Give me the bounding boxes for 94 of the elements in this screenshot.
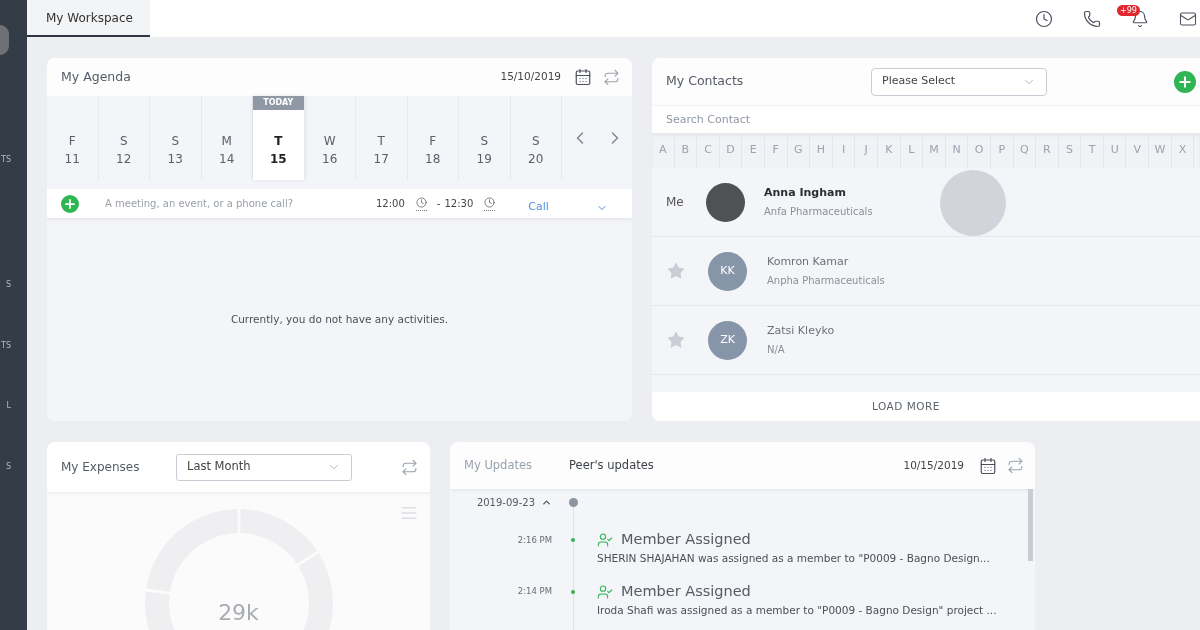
company-name: Anfa Pharmaceuticals bbox=[764, 205, 873, 220]
calendar-icon[interactable] bbox=[979, 456, 997, 475]
timeline-node-icon bbox=[568, 497, 578, 507]
initials-avatar: ZK bbox=[708, 320, 747, 360]
day-number: 13 bbox=[167, 152, 183, 166]
card-title: My Agenda bbox=[61, 67, 131, 86]
update-title: Member Assigned bbox=[621, 581, 751, 601]
contact-name: Anna Ingham bbox=[764, 184, 847, 201]
today-label: TODAY bbox=[253, 96, 304, 110]
day-number: 14 bbox=[219, 152, 235, 166]
date-label: 2019-09-23 bbox=[476, 495, 535, 510]
day-number: 12 bbox=[116, 152, 132, 166]
refresh-icon[interactable] bbox=[603, 68, 620, 86]
notification-badge: +99 bbox=[1117, 4, 1140, 16]
weekday-label: S bbox=[171, 134, 180, 148]
weekday-label: S bbox=[480, 134, 489, 148]
total-label: 29k bbox=[217, 599, 260, 627]
day-column[interactable]: S 12 bbox=[98, 96, 150, 180]
scrollbar-thumb[interactable] bbox=[1028, 489, 1033, 561]
calendar-icon[interactable] bbox=[574, 68, 592, 86]
day-column[interactable]: S 13 bbox=[150, 96, 202, 180]
star-icon[interactable] bbox=[666, 261, 686, 281]
initials-avatar: KK bbox=[708, 251, 747, 291]
me-label: Me bbox=[666, 194, 684, 211]
day-number: 15 bbox=[269, 152, 287, 166]
activity-type-select[interactable]: Call bbox=[520, 191, 621, 216]
avatar-placeholder bbox=[0, 25, 9, 55]
day-column[interactable]: F 18 bbox=[407, 96, 459, 180]
clock-icon bbox=[415, 196, 427, 211]
add-icon[interactable] bbox=[1174, 70, 1196, 93]
day-column[interactable]: T 17 bbox=[356, 96, 408, 180]
day-number: 17 bbox=[373, 152, 389, 166]
weekday-label: F bbox=[429, 134, 437, 148]
weekday-label: S bbox=[531, 134, 540, 148]
clock-icon bbox=[484, 196, 496, 211]
update-description: SHERIN SHAJAHAN was assigned as a member to "P0009 - Bagno Design... bbox=[597, 551, 990, 566]
weekday-label: W bbox=[323, 134, 336, 148]
day-column[interactable]: W 16 bbox=[304, 96, 356, 180]
activity-entry-bar[interactable]: A meeting, an event, or a phone call? 12:00 - 12:30 Call bbox=[47, 189, 632, 218]
search-field[interactable]: Search Contact bbox=[652, 105, 1200, 133]
workspace-tab[interactable]: My Workspace bbox=[27, 0, 150, 37]
refresh-icon[interactable] bbox=[1007, 457, 1024, 474]
day-column[interactable]: F 11 bbox=[47, 96, 99, 180]
time-label: 2:14 PM bbox=[517, 585, 552, 599]
sidebar-item[interactable]: S bbox=[0, 280, 11, 290]
day-number: 19 bbox=[476, 152, 492, 166]
weekday-label: M bbox=[221, 134, 232, 148]
weekday-label: T bbox=[377, 134, 385, 148]
user-check-icon bbox=[597, 583, 613, 600]
day-number: 18 bbox=[425, 152, 441, 166]
day-column[interactable]: S 19 bbox=[459, 96, 511, 180]
empty-message: Currently, you do not have any activities. bbox=[230, 311, 449, 327]
avatar-placeholder bbox=[706, 182, 745, 222]
company-name: Anpha Pharmaceuticals bbox=[767, 274, 885, 289]
user-check-icon bbox=[597, 532, 613, 548]
load-more-button[interactable]: LOAD MORE bbox=[652, 392, 1200, 421]
weekday-label: F bbox=[68, 134, 76, 148]
date-label: 10/15/2019 bbox=[903, 457, 964, 473]
card-title: My Contacts bbox=[666, 72, 745, 91]
update-description: Iroda Shafi was assigned as a member to "P0009 - Bagno Design" project ... bbox=[597, 602, 997, 618]
contact-name: Komron Kamar bbox=[767, 253, 850, 270]
company-name: N/A bbox=[767, 343, 786, 358]
day-column[interactable]: S 20 bbox=[510, 96, 562, 180]
mail-icon[interactable] bbox=[1179, 9, 1197, 28]
weekday-label: T bbox=[274, 134, 283, 148]
contact-row[interactable]: ZK Zatsi Kleyko N/A bbox=[652, 306, 1200, 375]
sidebar-item[interactable]: L bbox=[0, 401, 11, 411]
end-time-field[interactable]: 12:30 bbox=[444, 196, 496, 211]
contact-row[interactable]: KK Komron Kamar Anpha Pharmaceuticals bbox=[652, 237, 1200, 306]
update-title: Member Assigned bbox=[621, 530, 751, 550]
sidebar-item[interactable]: S bbox=[0, 462, 11, 472]
clock-icon[interactable] bbox=[1035, 9, 1053, 28]
day-column[interactable]: TODAY T 15 bbox=[253, 96, 305, 180]
date-label: 15/10/2019 bbox=[500, 69, 561, 85]
contact-filter-select[interactable]: Please Select bbox=[871, 67, 1047, 96]
period-select[interactable]: Last Month bbox=[176, 453, 352, 481]
sidebar-item[interactable]: TS bbox=[0, 155, 11, 165]
updates-tab[interactable]: Peer's updates bbox=[569, 456, 654, 475]
contact-name: Zatsi Kleyko bbox=[767, 322, 835, 339]
start-time-field[interactable]: 12:00 bbox=[376, 196, 427, 211]
refresh-icon[interactable] bbox=[401, 458, 418, 476]
time-label: 2:16 PM bbox=[517, 533, 552, 547]
add-icon[interactable] bbox=[61, 194, 79, 213]
updates-tab[interactable]: My Updates bbox=[464, 456, 533, 475]
day-number: 16 bbox=[322, 152, 338, 166]
contact-row[interactable]: Me Anna Ingham Anfa Pharmaceuticals bbox=[652, 168, 1200, 237]
day-number: 20 bbox=[528, 152, 544, 166]
phone-icon[interactable] bbox=[1083, 9, 1101, 28]
star-icon[interactable] bbox=[666, 330, 686, 350]
card-title: My Expenses bbox=[61, 459, 141, 476]
time-separator: - bbox=[436, 197, 441, 211]
weekday-label: S bbox=[119, 134, 128, 148]
day-number: 11 bbox=[64, 152, 80, 166]
sidebar-item[interactable]: TS bbox=[0, 341, 11, 351]
